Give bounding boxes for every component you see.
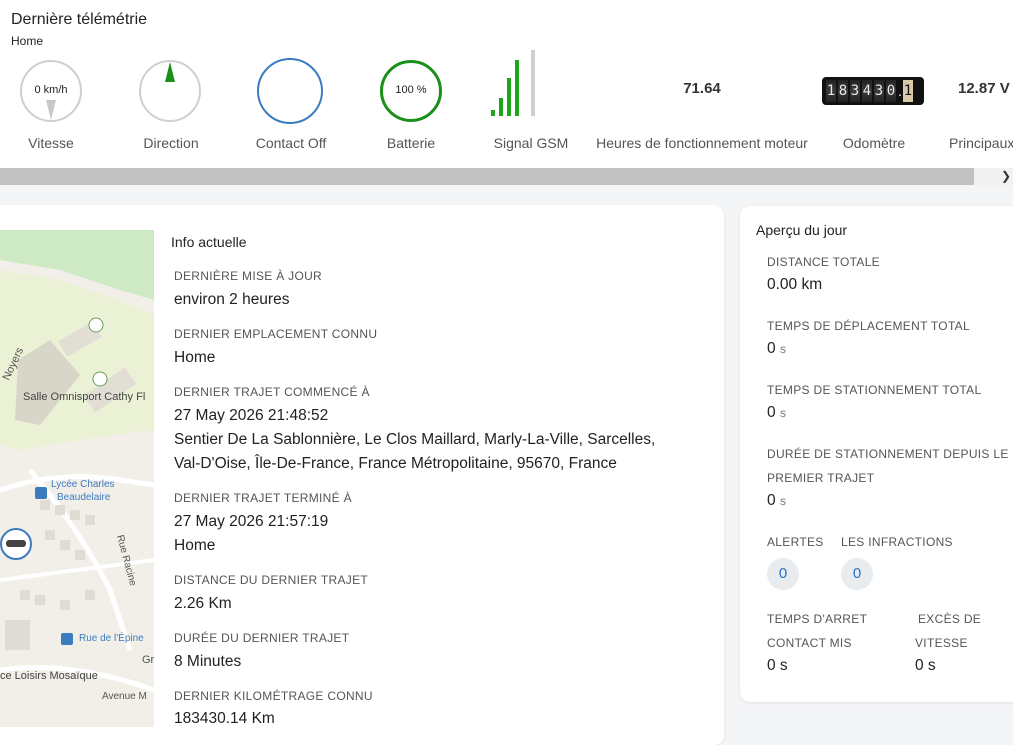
battery-value: 100 % [395, 84, 427, 96]
trip-start-label: DERNIER TRAJET COMMENCÉ À [174, 385, 370, 399]
map-label-bus-stop: Rue de l'Épine [79, 633, 144, 644]
overspeed-value: 0 s [915, 657, 936, 674]
page-title: Dernière télémétrie [11, 11, 148, 28]
trip-start-address-line2: Val-D'Oise, Île-De-France, France Métrop… [174, 455, 617, 472]
trip-duration-value: 8 Minutes [174, 653, 242, 670]
overspeed-label: EXCÈS DE [918, 612, 982, 626]
trip-distance-label: DISTANCE DU DERNIER TRAJET [174, 573, 369, 587]
trip-start-time: 27 May 2026 21:48:52 [174, 407, 329, 424]
infractions-label: LES INFRACTIONS [841, 535, 953, 549]
travel-time-value: 0 s [767, 340, 786, 357]
horizontal-scrollbar[interactable]: ❯ [0, 168, 1013, 185]
odometer-digit: 4 [862, 80, 872, 102]
odometer-label: Odomètre [842, 135, 906, 151]
parking-since-label-line2: PREMIER TRAJET [767, 471, 875, 485]
idle-time-label: TEMPS D'ARRET [767, 612, 868, 626]
trip-start-address: Sentier De La Sablonnière, Le Clos Maill… [174, 431, 656, 448]
gsm-label: Signal GSM [493, 135, 569, 151]
info-title: Info actuelle [171, 234, 247, 250]
trip-distance-value: 2.26 Km [174, 595, 232, 612]
map-label-school: Lycée Charles [51, 479, 115, 490]
trip-end-location: Home [174, 537, 216, 554]
odometer-digit: 1 [826, 80, 836, 102]
odometer-digit: 0 [886, 80, 896, 102]
signal-bars-icon [491, 50, 535, 116]
ignition-label: Contact Off [255, 135, 327, 151]
odometer-km-value: 183430.14 Km [174, 710, 275, 727]
speed-label: Vitesse [28, 135, 74, 151]
map-label-sports: Salle Omnisport Cathy Fl [23, 391, 146, 403]
overspeed-label-line2: VITESSE [915, 636, 968, 650]
total-distance-label: DISTANCE TOTALE [767, 255, 880, 269]
scroll-right-arrow-icon[interactable]: ❯ [1001, 168, 1011, 185]
map-view[interactable]: Noyers Salle Omnisport Cathy Fl Lycée Ch… [0, 230, 154, 727]
telemetry-header: Dernière télémétrie Home 0 km/h Vitesse … [0, 0, 1013, 168]
last-location-value: Home [174, 349, 216, 366]
odometer-digit: 8 [838, 80, 848, 102]
odometer-fraction-digit: 1 [903, 80, 913, 102]
battery-label: Batterie [386, 135, 436, 151]
travel-time-label: TEMPS DE DÉPLACEMENT TOTAL [767, 319, 970, 333]
last-update-label: DERNIÈRE MISE À JOUR [174, 269, 323, 283]
alerts-count-badge[interactable]: 0 [767, 558, 799, 590]
total-distance-value: 0.00 km [767, 276, 823, 293]
idle-time-label-line2: CONTACT MIS [767, 636, 852, 650]
engine-hours-label: Heures de fonctionnement moteur [596, 135, 808, 151]
map-label-leisure: ce Loisirs Mosaïque [0, 670, 98, 682]
speed-value: 0 km/h [34, 84, 68, 96]
location-subtitle: Home [11, 34, 44, 48]
infractions-count-badge[interactable]: 0 [841, 558, 873, 590]
alerts-label: ALERTES [767, 535, 824, 549]
odometer-display: 1 8 3 4 3 0 . 1 [822, 77, 924, 105]
odometer-digit: 3 [850, 80, 860, 102]
last-location-label: DERNIER EMPLACEMENT CONNU [174, 327, 378, 341]
idle-time-value: 0 s [767, 657, 788, 674]
overview-title: Aperçu du jour [756, 222, 848, 238]
trip-duration-label: DURÉE DU DERNIER TRAJET [174, 631, 350, 645]
map-label-school2: Beaudelaire [57, 492, 111, 503]
parking-since-label: DURÉE DE STATIONNEMENT DEPUIS LE [767, 447, 1009, 461]
engine-hours-value: 71.64 [683, 80, 721, 97]
voltage-label: Principaux [949, 135, 1013, 151]
direction-label: Direction [143, 135, 199, 151]
odometer-digit: 3 [874, 80, 884, 102]
scrollbar-thumb[interactable] [0, 168, 974, 185]
voltage-value: 12.87 V [958, 80, 1010, 97]
map-label-avenue: Avenue M [102, 691, 147, 702]
trip-end-label: DERNIER TRAJET TERMINÉ À [174, 491, 352, 505]
map-label-gr: Gr [142, 654, 154, 666]
last-update-value: environ 2 heures [174, 291, 290, 308]
odometer-km-label: DERNIER KILOMÉTRAGE CONNU [174, 689, 373, 703]
parking-time-label: TEMPS DE STATIONNEMENT TOTAL [767, 383, 982, 397]
odometer-decimal-point: . [898, 83, 902, 99]
compass-needle-icon [165, 62, 175, 82]
parking-since-value: 0 s [767, 492, 786, 509]
parking-time-value: 0 s [767, 404, 786, 421]
trip-end-time: 27 May 2026 21:57:19 [174, 513, 329, 530]
